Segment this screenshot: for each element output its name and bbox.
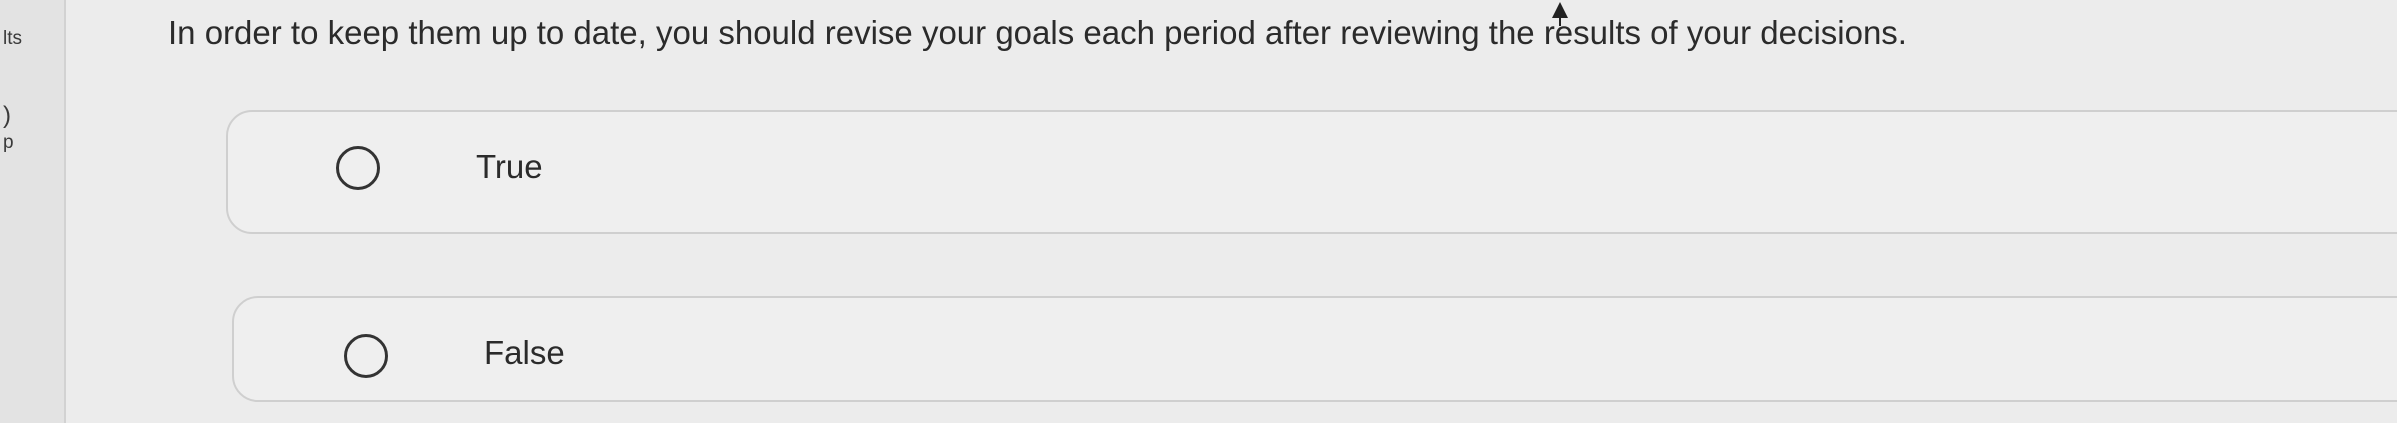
question-text: In order to keep them up to date, you sh… [168,14,1907,51]
option-label: False [484,334,565,371]
mouse-cursor-icon [1552,2,1568,26]
sidebar-fragment-text: lts [3,28,22,49]
answer-option-true[interactable]: True [226,110,2397,234]
radio-button-icon[interactable] [344,334,388,378]
sidebar-fragment-text: p [3,132,14,153]
radio-button-icon[interactable] [336,146,380,190]
left-sidebar: lts ) p [0,0,66,423]
sidebar-fragment-text: ) [3,102,11,129]
answer-option-false[interactable]: False [232,296,2397,402]
option-label: True [476,148,543,185]
